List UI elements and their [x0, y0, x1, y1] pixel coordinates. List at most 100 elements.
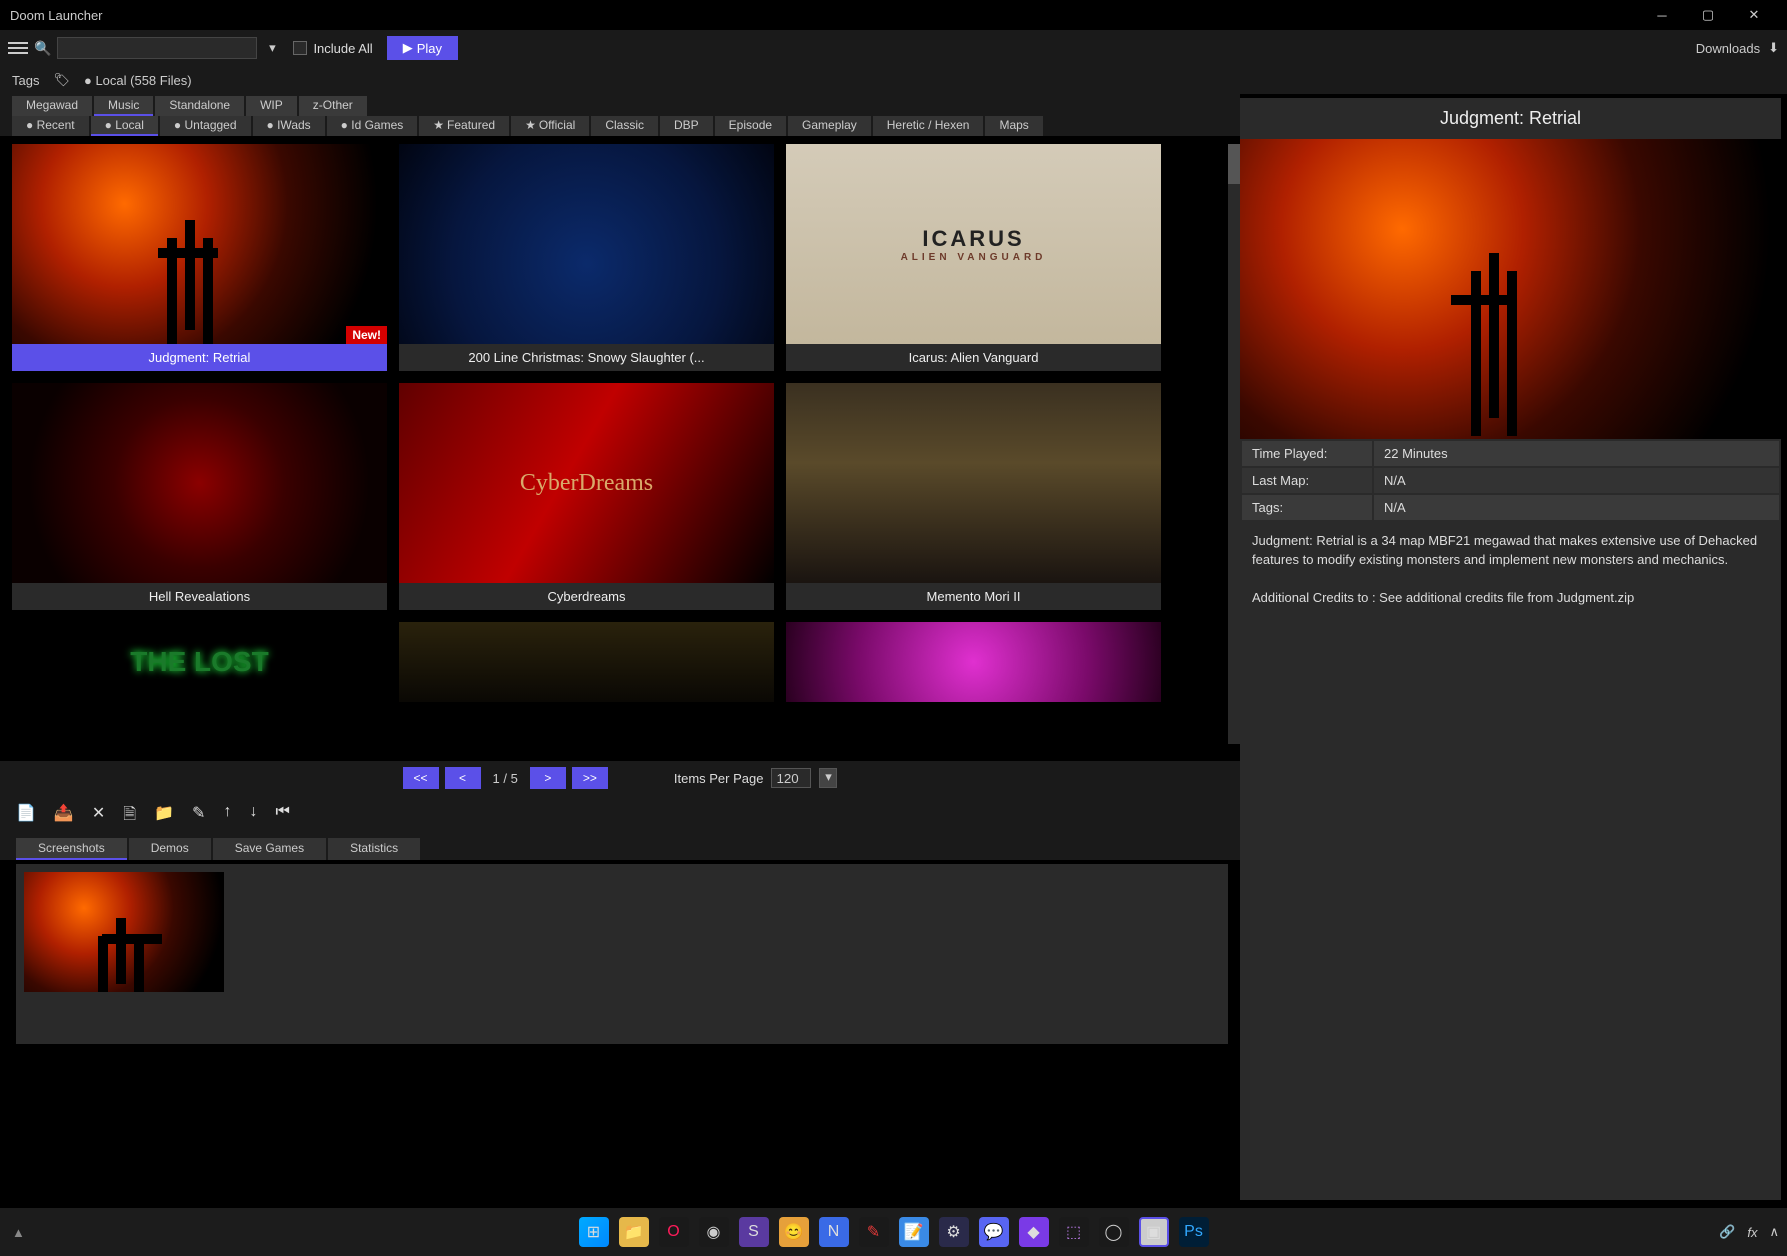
scrollbar-thumb[interactable] — [1228, 144, 1240, 184]
minimize-button[interactable]: ─ — [1639, 0, 1685, 30]
game-card[interactable]: CyberDreamsCyberdreams — [399, 383, 774, 610]
tray-chevron-icon[interactable]: ∧ — [1769, 1224, 1779, 1240]
close-button[interactable]: ✕ — [1731, 0, 1777, 30]
tags-local[interactable]: ● Local (558 Files) — [84, 73, 192, 88]
items-per-page: Items Per Page ▾ — [674, 768, 838, 788]
filter-tab-official[interactable]: Official — [511, 116, 589, 136]
rewind-icon[interactable]: ⏮ — [275, 803, 289, 830]
app-icon-4[interactable]: ✎ — [859, 1217, 889, 1247]
game-card[interactable]: New!Judgment: Retrial — [12, 144, 387, 371]
game-card[interactable]: 200 Line Christmas: Snowy Slaughter (... — [399, 144, 774, 371]
game-title: Judgment: Retrial — [12, 344, 387, 371]
category-tab-music[interactable]: Music — [94, 96, 153, 116]
search-input[interactable] — [57, 37, 257, 59]
game-card[interactable] — [399, 622, 774, 702]
ipp-input[interactable] — [771, 768, 811, 788]
main-area: MegawadMusicStandaloneWIPz-Other ● Recen… — [0, 94, 1787, 1204]
pager-prev[interactable]: < — [445, 767, 481, 789]
app-icon-5[interactable]: ⚙ — [939, 1217, 969, 1247]
search-icon[interactable]: 🔍 — [34, 40, 51, 57]
detail-key: Time Played: — [1242, 441, 1372, 466]
export-icon[interactable]: 📤 — [54, 803, 74, 830]
bottom-tab-screenshots[interactable]: Screenshots — [16, 838, 127, 860]
ipp-label: Items Per Page — [674, 771, 764, 786]
bottom-tab-save-games[interactable]: Save Games — [213, 838, 326, 860]
game-card[interactable]: THE LOST — [12, 622, 387, 702]
category-tab-standalone[interactable]: Standalone — [155, 96, 244, 116]
tag-icon[interactable]: 🏷 — [53, 72, 70, 88]
detail-row: Last Map:N/A — [1242, 468, 1779, 493]
app-icon-2[interactable]: 😊 — [779, 1217, 809, 1247]
pager-last[interactable]: >> — [572, 767, 608, 789]
tray-link-icon[interactable]: 🔗 — [1719, 1224, 1735, 1240]
steam-icon[interactable]: ◉ — [699, 1217, 729, 1247]
start-icon[interactable]: ⊞ — [579, 1217, 609, 1247]
tags-label: Tags — [12, 73, 39, 88]
filter-tab-dbp[interactable]: DBP — [660, 116, 713, 136]
system-tray: 🔗 fx ∧ — [1719, 1224, 1779, 1240]
game-grid: New!Judgment: Retrial200 Line Christmas:… — [12, 144, 1228, 702]
app-icon-1[interactable]: S — [739, 1217, 769, 1247]
detail-value: N/A — [1374, 468, 1779, 493]
bottom-tab-statistics[interactable]: Statistics — [328, 838, 420, 860]
tray-fx-icon[interactable]: fx — [1747, 1225, 1757, 1240]
maximize-button[interactable]: ▢ — [1685, 0, 1731, 30]
pager-first[interactable]: << — [403, 767, 439, 789]
down-icon[interactable]: ↓ — [249, 803, 257, 830]
category-tab-megawad[interactable]: Megawad — [12, 96, 92, 116]
delete-icon[interactable]: ✕ — [92, 803, 105, 830]
window-title: Doom Launcher — [10, 8, 103, 23]
include-all-wrap[interactable]: Include All — [293, 41, 372, 56]
edit-icon[interactable]: ✎ — [192, 803, 205, 830]
filter-tab-id-games[interactable]: ● Id Games — [327, 116, 418, 136]
add-file-icon[interactable]: 📄 — [16, 803, 36, 830]
notepad-icon[interactable]: 📝 — [899, 1217, 929, 1247]
folder-icon[interactable]: 📁 — [154, 803, 174, 830]
pager-next[interactable]: > — [530, 767, 566, 789]
github-icon[interactable]: ◯ — [1099, 1217, 1129, 1247]
include-all-checkbox[interactable] — [293, 41, 307, 55]
detail-row: Time Played:22 Minutes — [1242, 441, 1779, 466]
up-icon[interactable]: ↑ — [223, 803, 231, 830]
filter-tab-episode[interactable]: Episode — [715, 116, 786, 136]
app-icon-3[interactable]: N — [819, 1217, 849, 1247]
game-thumb: THE LOST — [12, 622, 387, 702]
pager-page: 1 / 5 — [493, 771, 518, 786]
category-tab-z-other[interactable]: z-Other — [299, 96, 367, 116]
explorer-icon[interactable]: 📁 — [619, 1217, 649, 1247]
filter-tab-gameplay[interactable]: Gameplay — [788, 116, 871, 136]
new-icon[interactable]: 🗎 — [123, 803, 136, 830]
filter-tab-classic[interactable]: Classic — [591, 116, 658, 136]
bottom-tab-demos[interactable]: Demos — [129, 838, 211, 860]
app-icon-6[interactable]: ◆ — [1019, 1217, 1049, 1247]
tags-row: Tags 🏷 ● Local (558 Files) — [0, 66, 1787, 94]
terminal-icon[interactable]: ▣ — [1139, 1217, 1169, 1247]
filter-tab-recent[interactable]: ● Recent — [12, 116, 89, 136]
vs-icon[interactable]: ⬚ — [1059, 1217, 1089, 1247]
opera-icon[interactable]: O — [659, 1217, 689, 1247]
filter-tab-untagged[interactable]: ● Untagged — [160, 116, 251, 136]
ipp-dropdown[interactable]: ▾ — [819, 768, 837, 788]
filter-tab-local[interactable]: ● Local — [91, 116, 158, 136]
discord-icon[interactable]: 💬 — [979, 1217, 1009, 1247]
menu-icon[interactable] — [8, 38, 28, 58]
detail-panel: Judgment: Retrial Time Played:22 Minutes… — [1240, 98, 1781, 1200]
play-button[interactable]: ▶Play — [387, 36, 458, 60]
grid-wrap: New!Judgment: Retrial200 Line Christmas:… — [0, 136, 1240, 761]
screenshot-thumb[interactable] — [24, 872, 224, 992]
search-dropdown[interactable]: ▾ — [263, 37, 281, 59]
game-card[interactable]: Hell Revealations — [12, 383, 387, 610]
game-card[interactable] — [786, 622, 1161, 702]
filter-tab-featured[interactable]: Featured — [419, 116, 509, 136]
filter-tab-iwads[interactable]: ● IWads — [253, 116, 325, 136]
scrollbar[interactable] — [1228, 144, 1240, 744]
photoshop-icon[interactable]: Ps — [1179, 1217, 1209, 1247]
downloads-link[interactable]: Downloads ⬇ — [1696, 40, 1779, 56]
taskbar-expand-icon[interactable]: ▲ — [12, 1225, 25, 1240]
include-all-label: Include All — [313, 41, 372, 56]
game-card[interactable]: Memento Mori II — [786, 383, 1161, 610]
category-tab-wip[interactable]: WIP — [246, 96, 297, 116]
game-card[interactable]: ICARUSALIEN VANGUARDIcarus: Alien Vangua… — [786, 144, 1161, 371]
filter-tab-heretic-hexen[interactable]: Heretic / Hexen — [873, 116, 984, 136]
filter-tab-maps[interactable]: Maps — [985, 116, 1042, 136]
